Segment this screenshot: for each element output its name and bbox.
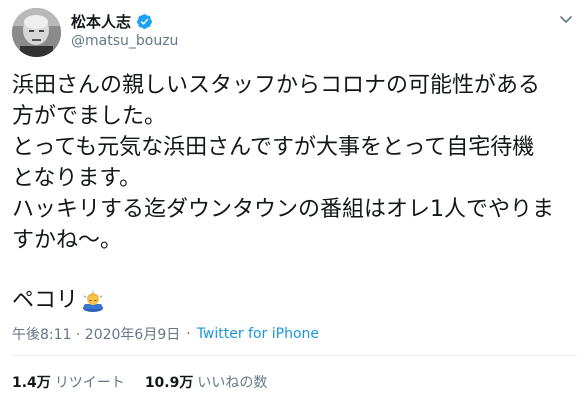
user-handle[interactable]: @matsu_bouzu [71,33,178,49]
meta-separator: · [186,326,191,342]
likes-stat[interactable]: 10.9万 いいねの数 [145,372,268,392]
likes-label: いいねの数 [197,375,268,391]
tweet-timestamp[interactable]: 午後8:11 · 2020年6月9日 [12,324,180,344]
user-name-row[interactable]: 松本人志 [71,11,153,32]
likes-count: 10.9万 [144,375,194,391]
retweets-stat[interactable]: 1.4万 リツイート [12,372,125,392]
retweets-label: リツイート [54,375,125,391]
tweet-closing: ペコリ [12,285,104,316]
tweet-stats: 1.4万 リツイート 10.9万 いいねの数 [12,372,267,392]
tweet-meta: 午後8:11 · 2020年6月9日 · Twitter for iPhone [12,324,319,344]
tweet-closing-text: ペコリ [12,288,79,313]
avatar[interactable] [12,8,61,57]
user-name[interactable]: 松本人志 [71,11,131,32]
retweets-count: 1.4万 [12,375,51,391]
tweet-text: 浜田さんの親しいスタッフからコロナの可能性がある 方がでました。 とっても元気な… [12,73,554,253]
bowing-person-icon [82,290,104,312]
divider [12,355,577,356]
more-options-icon[interactable] [556,10,576,30]
tweet-source-link[interactable]: Twitter for iPhone [197,326,319,342]
verified-badge-icon [136,13,153,30]
